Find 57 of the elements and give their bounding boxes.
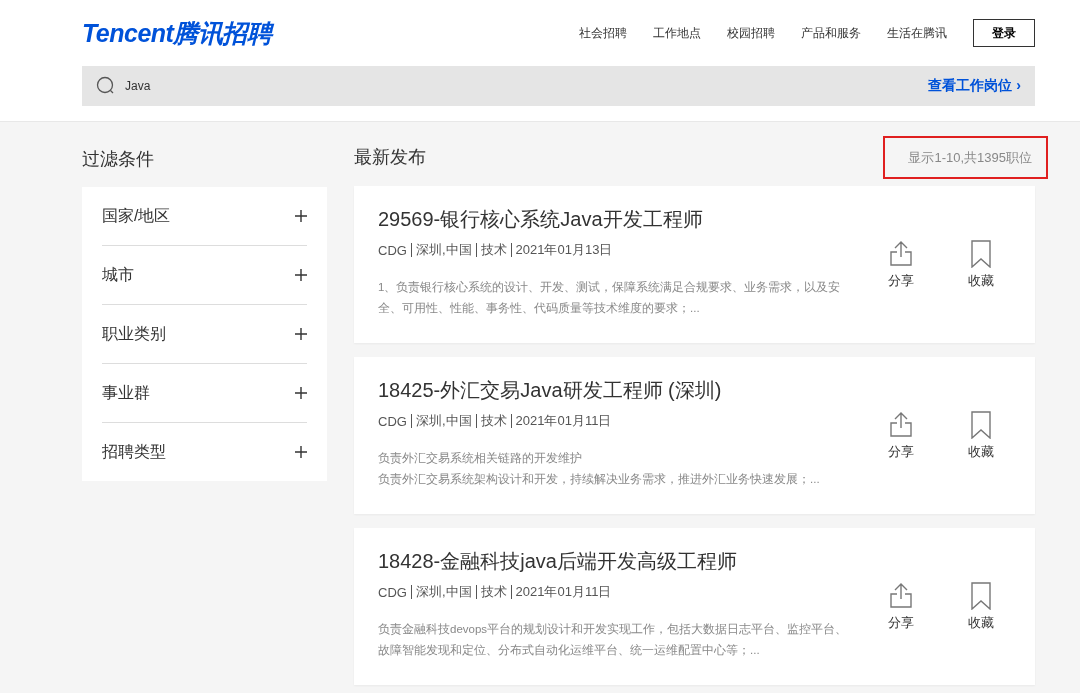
bookmark-icon: [968, 239, 994, 268]
filter-item[interactable]: 招聘类型: [102, 441, 166, 463]
search-field[interactable]: Java: [125, 79, 151, 93]
job-meta: 深圳,中国: [415, 412, 472, 430]
job-meta: 2021年01月13日: [515, 241, 613, 259]
save-button[interactable]: 收藏: [961, 239, 1001, 290]
job-meta: 2021年01月11日: [515, 583, 612, 601]
save-button[interactable]: 收藏: [961, 581, 1001, 632]
filter-item[interactable]: 城市: [102, 264, 134, 286]
job-meta: CDG: [378, 584, 407, 600]
result-count: 显示1-10,共1395职位: [883, 135, 1048, 179]
share-button[interactable]: 分享: [881, 239, 921, 290]
logo[interactable]: Tencent腾讯招聘: [82, 16, 272, 50]
share-icon: [888, 581, 914, 610]
nav-link[interactable]: 产品和服务: [801, 24, 861, 42]
job-description: 负责金融科技devops平台的规划设计和开发实现工作，包括大数据日志平台、监控平台、故障智能发现和定位、分布式自动化运维平台、统一运维配置中心等；...: [378, 622, 848, 658]
job-meta: 技术: [480, 412, 507, 430]
plus-icon[interactable]: [295, 446, 307, 458]
job-meta: 深圳,中国: [415, 583, 472, 601]
job-meta: 2021年01月11日: [515, 412, 612, 430]
job-meta: 技术: [480, 583, 507, 601]
job-card[interactable]: 29569-银行核心系统Java开发工程师 CDG 深圳,中国 技术 2021年01月13日 1、负责银行核心系统的设计、开发、测试，保障系统满足合规要求、业务需求，以及安全、可用性、性能、事务性、代码质量等技术维度的要求；... 分享 收藏: [354, 186, 1035, 343]
nav-link[interactable]: 生活在腾讯: [887, 24, 947, 42]
plus-icon[interactable]: [295, 328, 307, 340]
search-icon: [96, 76, 116, 96]
nav-link[interactable]: 工作地点: [653, 24, 701, 42]
share-icon: [888, 410, 914, 439]
filter-item[interactable]: 事业群: [102, 382, 150, 404]
bookmark-icon: [968, 410, 994, 439]
nav-link[interactable]: 社会招聘: [579, 24, 627, 42]
plus-icon[interactable]: [295, 269, 307, 281]
plus-icon[interactable]: [295, 387, 307, 399]
job-title[interactable]: 18428-金融科技java后端开发高级工程师: [378, 548, 881, 575]
filter-item[interactable]: 职业类别: [102, 323, 166, 345]
job-meta: 技术: [480, 241, 507, 259]
bookmark-icon: [968, 581, 994, 610]
job-card[interactable]: 18425-外汇交易Java研发工程师 (深圳) CDG 深圳,中国 技术 2021年01月11日 负责外汇交易系统相关链路的开发维护 负责外汇交易系统架构设计和开发，持续解决业务需求，推进外汇业务快速发展；... 分享 收藏: [354, 357, 1035, 514]
filter-title: 过滤条件: [82, 148, 155, 171]
login-button[interactable]: 登录: [973, 19, 1035, 47]
job-description: 1、负责银行核心系统的设计、开发、测试，保障系统满足合规要求、业务需求，以及安全、可用性、性能、事务性、代码质量等技术维度的要求；...: [378, 280, 842, 316]
job-description: 负责外汇交易系统架构设计和开发，持续解决业务需求，推进外汇业务快速发展；...: [378, 472, 821, 487]
job-meta: 深圳,中国: [415, 241, 472, 259]
job-title[interactable]: 29569-银行核心系统Java开发工程师: [378, 206, 881, 233]
plus-icon[interactable]: [295, 210, 307, 222]
view-jobs-link[interactable]: 查看工作岗位 ›: [928, 77, 1021, 95]
job-card[interactable]: 18428-金融科技java后端开发高级工程师 CDG 深圳,中国 技术 2021年01月11日 负责金融科技devops平台的规划设计和开发实现工作，包括大数据日志平台、监控平台、故障智能发现和定位、分布式自动化运维平台、统一运维配置中心等；... 分享 收藏: [354, 528, 1035, 685]
share-icon: [888, 239, 914, 268]
job-title[interactable]: 18425-外汇交易Java研发工程师 (深圳): [378, 377, 881, 404]
share-button[interactable]: 分享: [881, 581, 921, 632]
filter-item[interactable]: 国家/地区: [102, 205, 171, 227]
list-title: 最新发布: [354, 146, 426, 169]
job-description: 负责外汇交易系统相关链路的开发维护: [378, 451, 583, 466]
share-button[interactable]: 分享: [881, 410, 921, 461]
job-meta: CDG: [378, 242, 407, 258]
job-meta: CDG: [378, 413, 407, 429]
nav-link[interactable]: 校园招聘: [727, 24, 775, 42]
save-button[interactable]: 收藏: [961, 410, 1001, 461]
